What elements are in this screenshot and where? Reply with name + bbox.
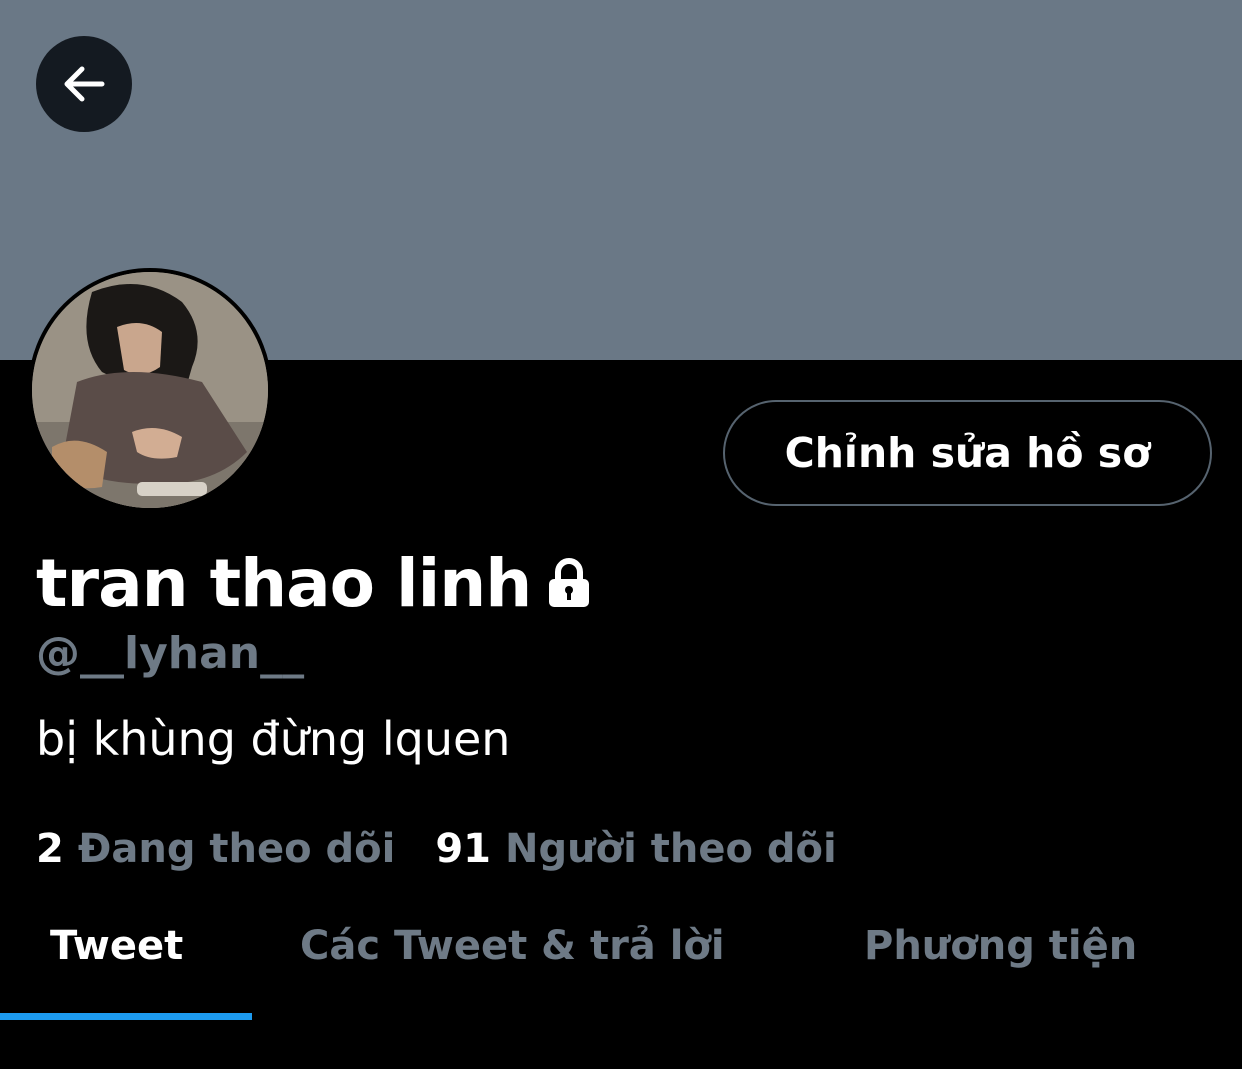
tab-tweets-and-replies[interactable]: Các Tweet & trả lời bbox=[300, 923, 725, 969]
lock-icon bbox=[545, 557, 593, 609]
tab-tweets[interactable]: Tweet bbox=[50, 923, 183, 969]
edit-profile-button[interactable]: Chỉnh sửa hồ sơ bbox=[723, 400, 1212, 506]
tab-media[interactable]: Phương tiện bbox=[864, 923, 1137, 969]
back-button[interactable] bbox=[36, 36, 132, 132]
active-tab-indicator bbox=[0, 1013, 252, 1020]
profile-page: Chỉnh sửa hồ sơ tran thao linh @__lyhan_… bbox=[0, 0, 1242, 1069]
followers-link[interactable]: 91 Người theo dõi bbox=[435, 826, 836, 872]
following-count: 2 bbox=[36, 826, 64, 872]
following-link[interactable]: 2 Đang theo dõi bbox=[36, 826, 395, 872]
avatar[interactable] bbox=[28, 268, 272, 512]
followers-count: 91 bbox=[435, 826, 492, 872]
profile-bio: bị khùng đừng lquen bbox=[36, 712, 511, 766]
followers-label: Người theo dõi bbox=[505, 826, 837, 872]
profile-tabs: Tweet Các Tweet & trả lời Phương tiện bbox=[0, 905, 1242, 1019]
arrow-left-icon bbox=[58, 58, 110, 110]
display-name: tran thao linh bbox=[36, 544, 532, 622]
name-row: tran thao linh bbox=[36, 543, 593, 623]
username-handle: @__lyhan__ bbox=[36, 628, 305, 679]
follow-stats: 2 Đang theo dõi 91 Người theo dõi bbox=[36, 822, 837, 876]
following-label: Đang theo dõi bbox=[77, 826, 396, 872]
